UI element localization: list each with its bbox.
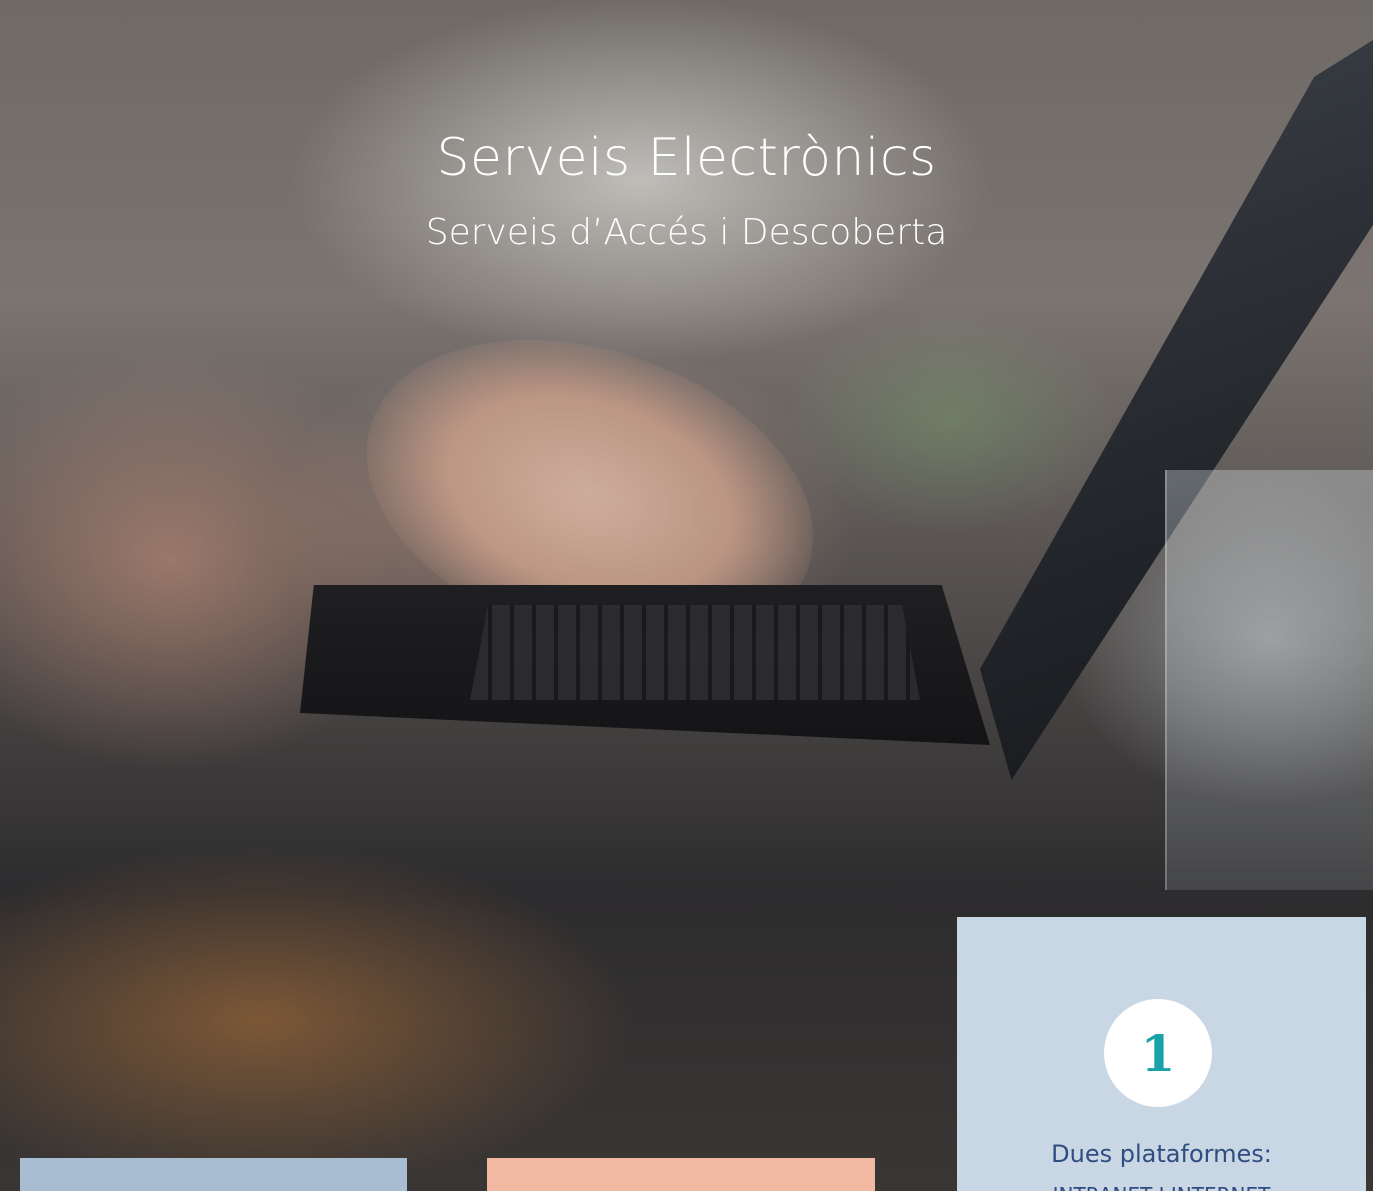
card-text: Dues plataformes: bbox=[1051, 1140, 1272, 1168]
card-text-secondary: INTRANET I INTERNET bbox=[957, 1183, 1366, 1191]
page-subtitle: Serveis d’Accés i Descoberta bbox=[425, 212, 948, 253]
photo-keyboard bbox=[470, 605, 920, 700]
page-title: Serveis Electrònics bbox=[436, 128, 937, 188]
feature-card-blue[interactable] bbox=[20, 1158, 407, 1191]
feature-card-peach[interactable] bbox=[487, 1158, 875, 1191]
number-badge: 1 bbox=[1104, 999, 1212, 1107]
photo-glass bbox=[1165, 470, 1373, 890]
feature-card-platforms[interactable]: 1 Dues plataformes: INTRANET I INTERNET bbox=[957, 917, 1366, 1191]
